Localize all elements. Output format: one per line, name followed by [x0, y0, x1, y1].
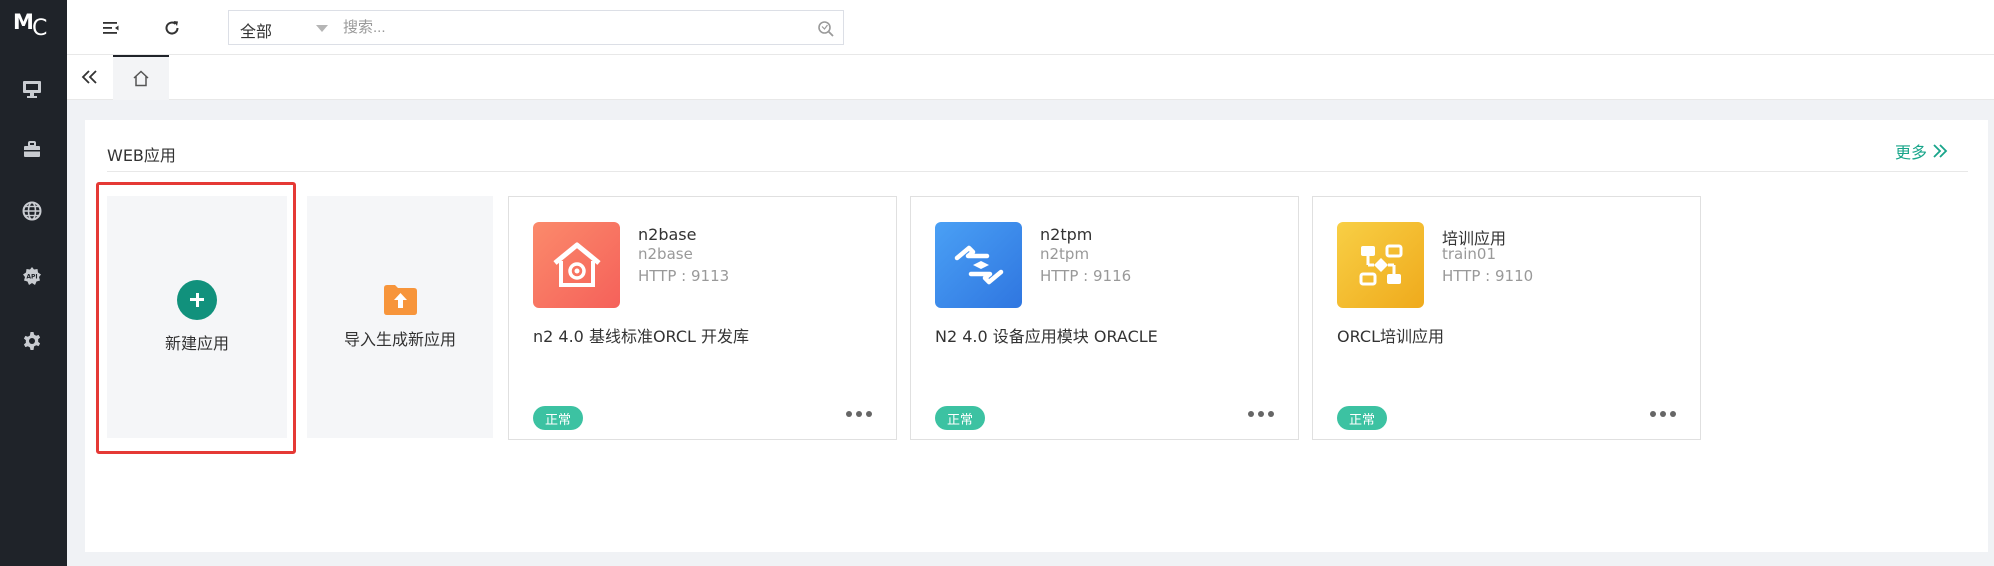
tab-home[interactable] [113, 55, 169, 100]
app-description: n2 4.0 基线标准ORCL 开发库 [533, 327, 750, 346]
menu-fold-icon[interactable] [102, 19, 120, 37]
app-http-port: HTTP : 9113 [638, 267, 730, 285]
search-scope-select[interactable]: 全部 [229, 11, 341, 44]
gear-icon[interactable] [22, 331, 42, 351]
refresh-icon[interactable] [163, 19, 181, 37]
chevron-down-icon [316, 25, 328, 32]
import-app-button[interactable]: 导入生成新应用 [307, 196, 493, 438]
web-apps-panel: WEB应用 更多 新建应用 导入生成新应用 n2base n2base HTTP… [85, 120, 1988, 552]
api-icon[interactable]: API [22, 266, 42, 286]
tab-bar [67, 55, 1994, 100]
app-name: n2base [638, 225, 697, 244]
import-app-label: 导入生成新应用 [343, 330, 456, 349]
top-toolbar: 全部 [67, 0, 1994, 55]
upload-folder-icon [383, 285, 417, 315]
house-icon [533, 222, 620, 308]
global-search: 全部 [228, 10, 844, 45]
globe-icon[interactable] [22, 201, 42, 221]
double-chevron-left-icon [81, 70, 97, 84]
logo-letter-c: C [32, 16, 48, 41]
more-options-icon[interactable] [1248, 411, 1274, 417]
more-options-icon[interactable] [846, 411, 872, 417]
app-description: ORCL培训应用 [1337, 327, 1445, 346]
app-card-train01[interactable]: 培训应用 train01 HTTP : 9110 ORCL培训应用 正常 [1312, 196, 1701, 440]
svg-text:API: API [26, 274, 37, 281]
new-app-label: 新建应用 [164, 334, 229, 353]
search-input[interactable] [343, 13, 803, 42]
sidebar: M C API [0, 0, 67, 566]
plus-icon [177, 280, 217, 320]
app-code: n2base [638, 245, 693, 263]
briefcase-icon[interactable] [22, 139, 42, 159]
status-badge: 正常 [1337, 406, 1387, 430]
status-badge: 正常 [533, 406, 583, 430]
new-app-button[interactable]: 新建应用 [107, 196, 287, 438]
more-label: 更多 [1894, 143, 1927, 162]
more-options-icon[interactable] [1650, 411, 1676, 417]
app-http-port: HTTP : 9110 [1442, 267, 1534, 285]
logo-letter-m: M [13, 10, 34, 34]
status-badge: 正常 [935, 406, 985, 430]
section-title: WEB应用 [107, 146, 176, 165]
collapse-tabs-button[interactable] [80, 67, 100, 87]
search-scope-value: 全部 [240, 22, 273, 41]
hands-exchange-icon [935, 222, 1022, 308]
search-icon[interactable] [817, 20, 835, 38]
monitor-icon[interactable] [22, 79, 42, 99]
more-link[interactable]: 更多 [1895, 139, 1949, 163]
app-http-port: HTTP : 9116 [1040, 267, 1132, 285]
app-name: n2tpm [1040, 225, 1093, 244]
app-description: N2 4.0 设备应用模块 ORACLE [935, 327, 1158, 346]
app-card-n2tpm[interactable]: n2tpm n2tpm HTTP : 9116 N2 4.0 设备应用模块 OR… [910, 196, 1299, 440]
flowchart-icon [1337, 222, 1424, 308]
app-code: train01 [1442, 245, 1497, 263]
app-card-n2base[interactable]: n2base n2base HTTP : 9113 n2 4.0 基线标准ORC… [508, 196, 897, 440]
section-divider [107, 171, 1968, 172]
double-chevron-right-icon [1933, 144, 1948, 158]
home-icon [133, 70, 149, 87]
app-code: n2tpm [1040, 245, 1090, 263]
